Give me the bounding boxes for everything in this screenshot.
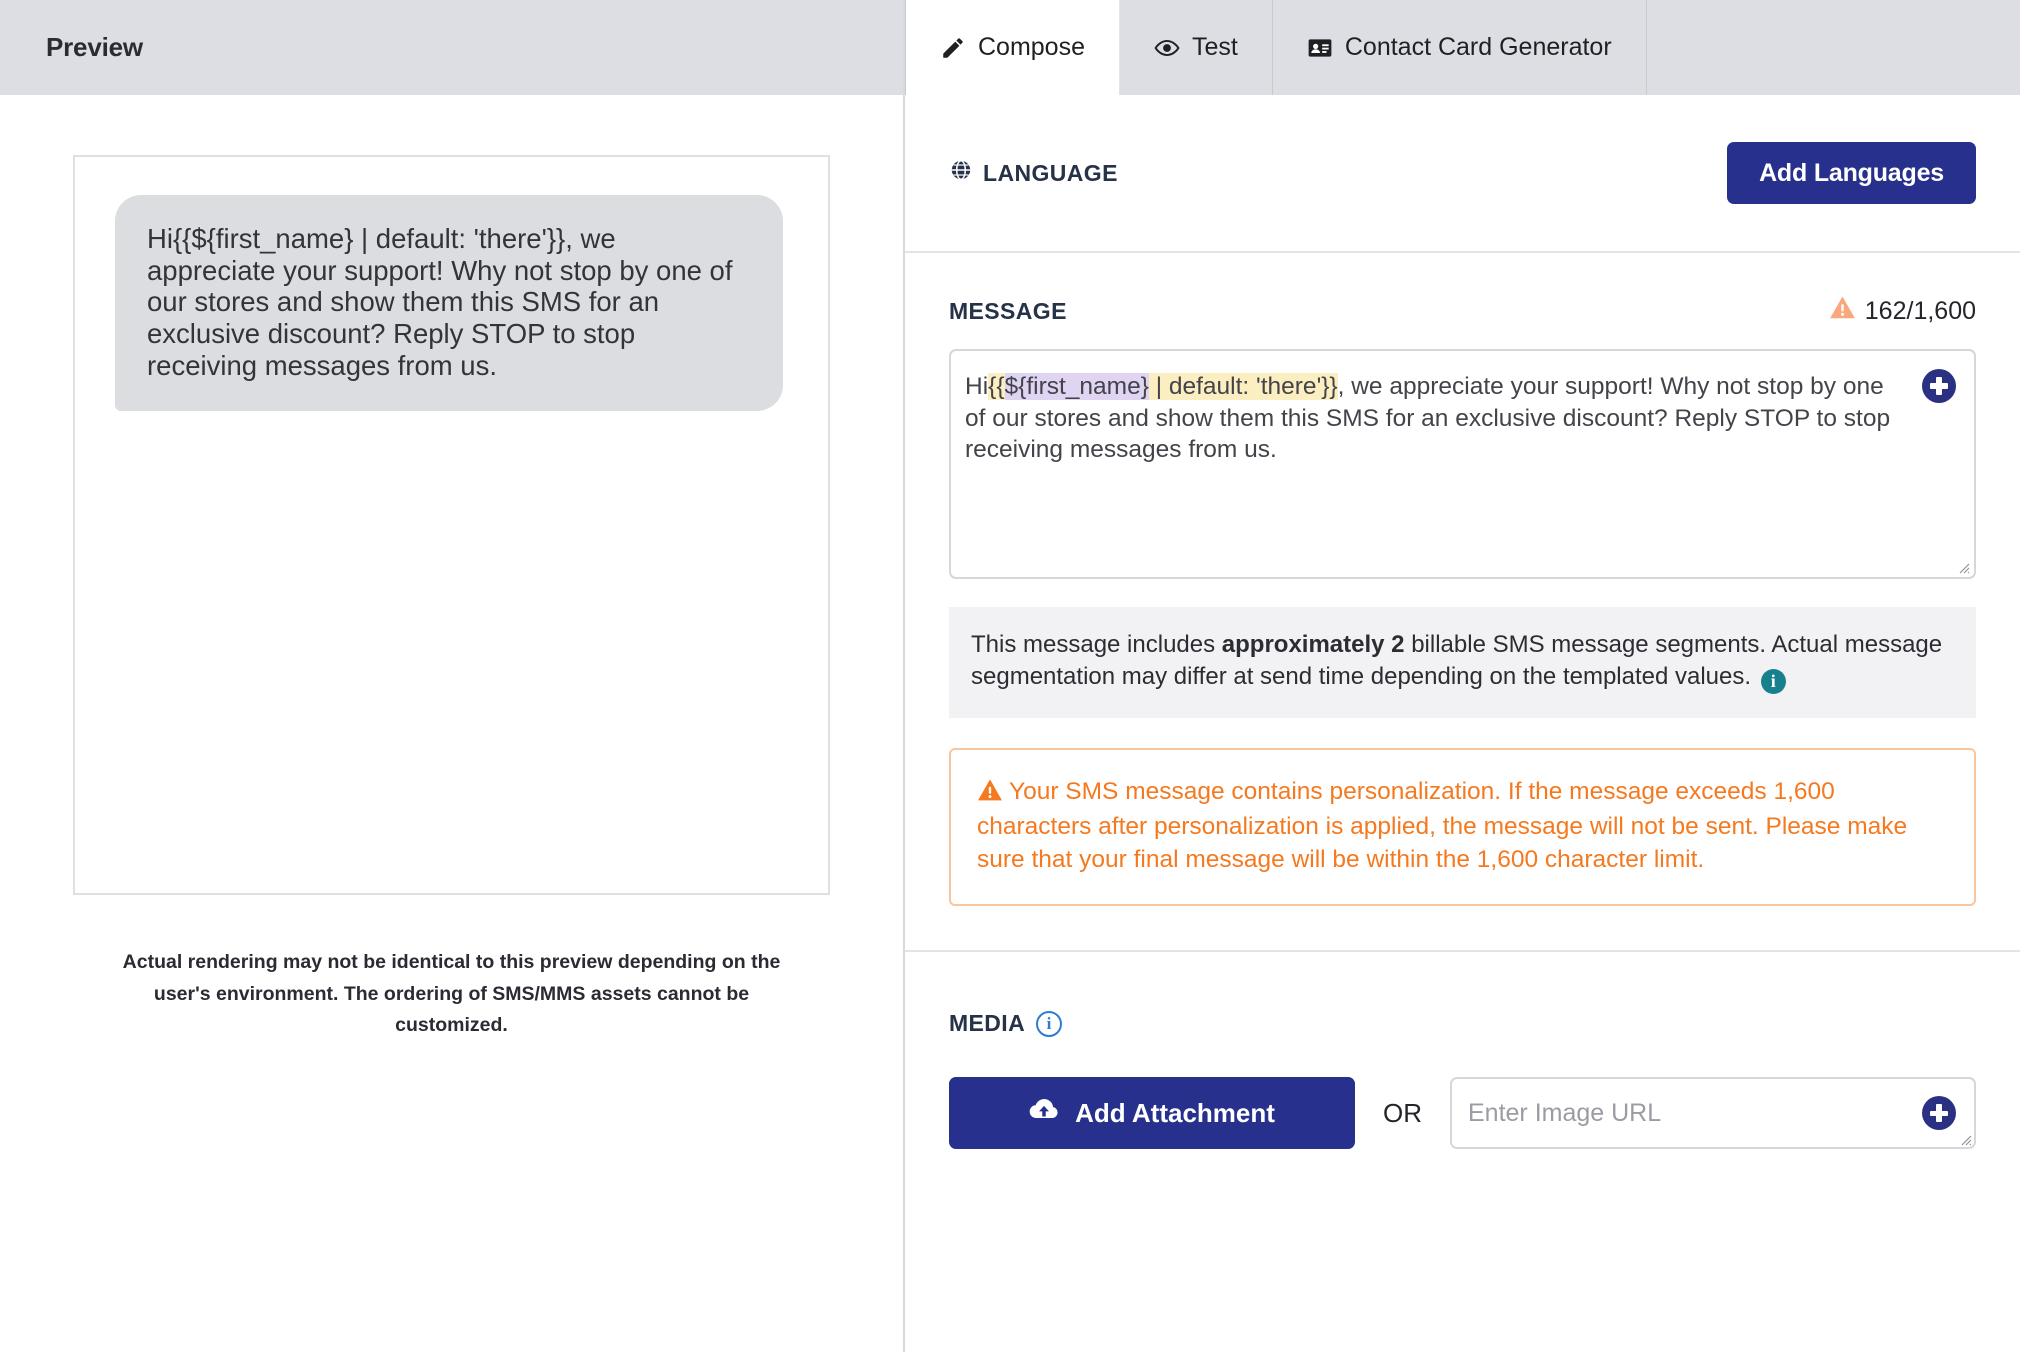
warning-triangle-icon bbox=[1829, 295, 1856, 327]
page-title: Preview bbox=[46, 32, 143, 62]
message-textarea[interactable]: Hi{{${first_name} | default: 'there'}}, … bbox=[949, 349, 1976, 579]
media-label: MEDIA bbox=[949, 1010, 1026, 1037]
media-section: MEDIA i Add Attachment OR bbox=[905, 952, 2020, 1150]
add-languages-button[interactable]: Add Languages bbox=[1727, 142, 1976, 204]
compose-panel: Compose Test Contact Card Generator LANG… bbox=[905, 0, 2020, 1352]
tab-contact-card-generator[interactable]: Contact Card Generator bbox=[1273, 0, 1647, 95]
contact-card-icon bbox=[1307, 35, 1333, 61]
personalization-warning-box: Your SMS message contains personalizatio… bbox=[949, 747, 1976, 907]
segment-info-note: This message includes approximately 2 bi… bbox=[949, 607, 1976, 718]
globe-icon bbox=[949, 158, 973, 188]
segment-note-emphasis: approximately 2 bbox=[1221, 631, 1405, 658]
add-personalization-button[interactable] bbox=[1922, 369, 1956, 403]
tab-contact-card-generator-label: Contact Card Generator bbox=[1344, 33, 1612, 61]
preview-header: Preview bbox=[0, 0, 903, 95]
message-header: MESSAGE 162/1,600 bbox=[949, 295, 1976, 327]
message-textarea-content: Hi{{${first_name} | default: 'there'}}, … bbox=[965, 371, 1896, 466]
message-token-plain-0: Hi bbox=[965, 373, 989, 400]
tab-compose-label: Compose bbox=[978, 33, 1085, 61]
url-field-resize-handle[interactable] bbox=[1956, 1130, 1972, 1146]
add-attachment-label: Add Attachment bbox=[1075, 1097, 1275, 1128]
or-separator-label: OR bbox=[1383, 1097, 1422, 1128]
language-section: LANGUAGE Add Languages bbox=[905, 95, 2020, 253]
tab-bar: Compose Test Contact Card Generator bbox=[905, 0, 2020, 95]
message-token-variable: ${first_name} bbox=[1004, 373, 1149, 400]
message-token-default: | default: 'there'}} bbox=[1148, 373, 1338, 400]
add-image-url-button[interactable] bbox=[1922, 1096, 1956, 1131]
info-circle-icon[interactable]: i bbox=[1760, 668, 1786, 694]
image-url-field-wrapper bbox=[1450, 1077, 1976, 1150]
cloud-upload-icon bbox=[1029, 1097, 1059, 1130]
message-section: MESSAGE 162/1,600 Hi{{${first_name} | de… bbox=[905, 253, 2020, 953]
message-label: MESSAGE bbox=[949, 297, 1067, 324]
language-label-group: LANGUAGE bbox=[949, 158, 1118, 188]
message-token-open-braces: {{ bbox=[988, 373, 1005, 400]
phone-preview-frame: Hi{{${first_name} | default: 'there'}}, … bbox=[73, 155, 830, 895]
sms-preview-bubble: Hi{{${first_name} | default: 'there'}}, … bbox=[115, 195, 783, 412]
preview-panel: Preview Hi{{${first_name} | default: 'th… bbox=[0, 0, 905, 1352]
language-label: LANGUAGE bbox=[983, 159, 1118, 186]
add-attachment-button[interactable]: Add Attachment bbox=[949, 1077, 1355, 1150]
media-label-group: MEDIA i bbox=[949, 1010, 1976, 1037]
textarea-resize-handle[interactable] bbox=[1954, 558, 1970, 574]
preview-body: Hi{{${first_name} | default: 'there'}}, … bbox=[0, 95, 903, 1352]
tab-test[interactable]: Test bbox=[1120, 0, 1273, 95]
segment-note-prefix: This message includes bbox=[971, 631, 1222, 658]
media-controls-row: Add Attachment OR bbox=[949, 1077, 1976, 1150]
info-circle-icon[interactable]: i bbox=[1036, 1010, 1063, 1037]
compose-sms-screen: Preview Hi{{${first_name} | default: 'th… bbox=[0, 0, 2020, 1352]
image-url-input[interactable] bbox=[1452, 1079, 1974, 1148]
pencil-icon bbox=[940, 35, 966, 61]
sms-preview-text: Hi{{${first_name} | default: 'there'}}, … bbox=[147, 223, 741, 381]
character-counter-text: 162/1,600 bbox=[1864, 296, 1976, 325]
preview-disclaimer: Actual rendering may not be identical to… bbox=[122, 951, 781, 1037]
tab-compose[interactable]: Compose bbox=[905, 0, 1120, 95]
eye-icon bbox=[1154, 35, 1180, 61]
tab-test-label: Test bbox=[1192, 33, 1238, 61]
personalization-warning-text: Your SMS message contains personalizatio… bbox=[977, 777, 1908, 873]
character-counter: 162/1,600 bbox=[1829, 295, 1976, 327]
warning-triangle-icon bbox=[977, 778, 1003, 812]
